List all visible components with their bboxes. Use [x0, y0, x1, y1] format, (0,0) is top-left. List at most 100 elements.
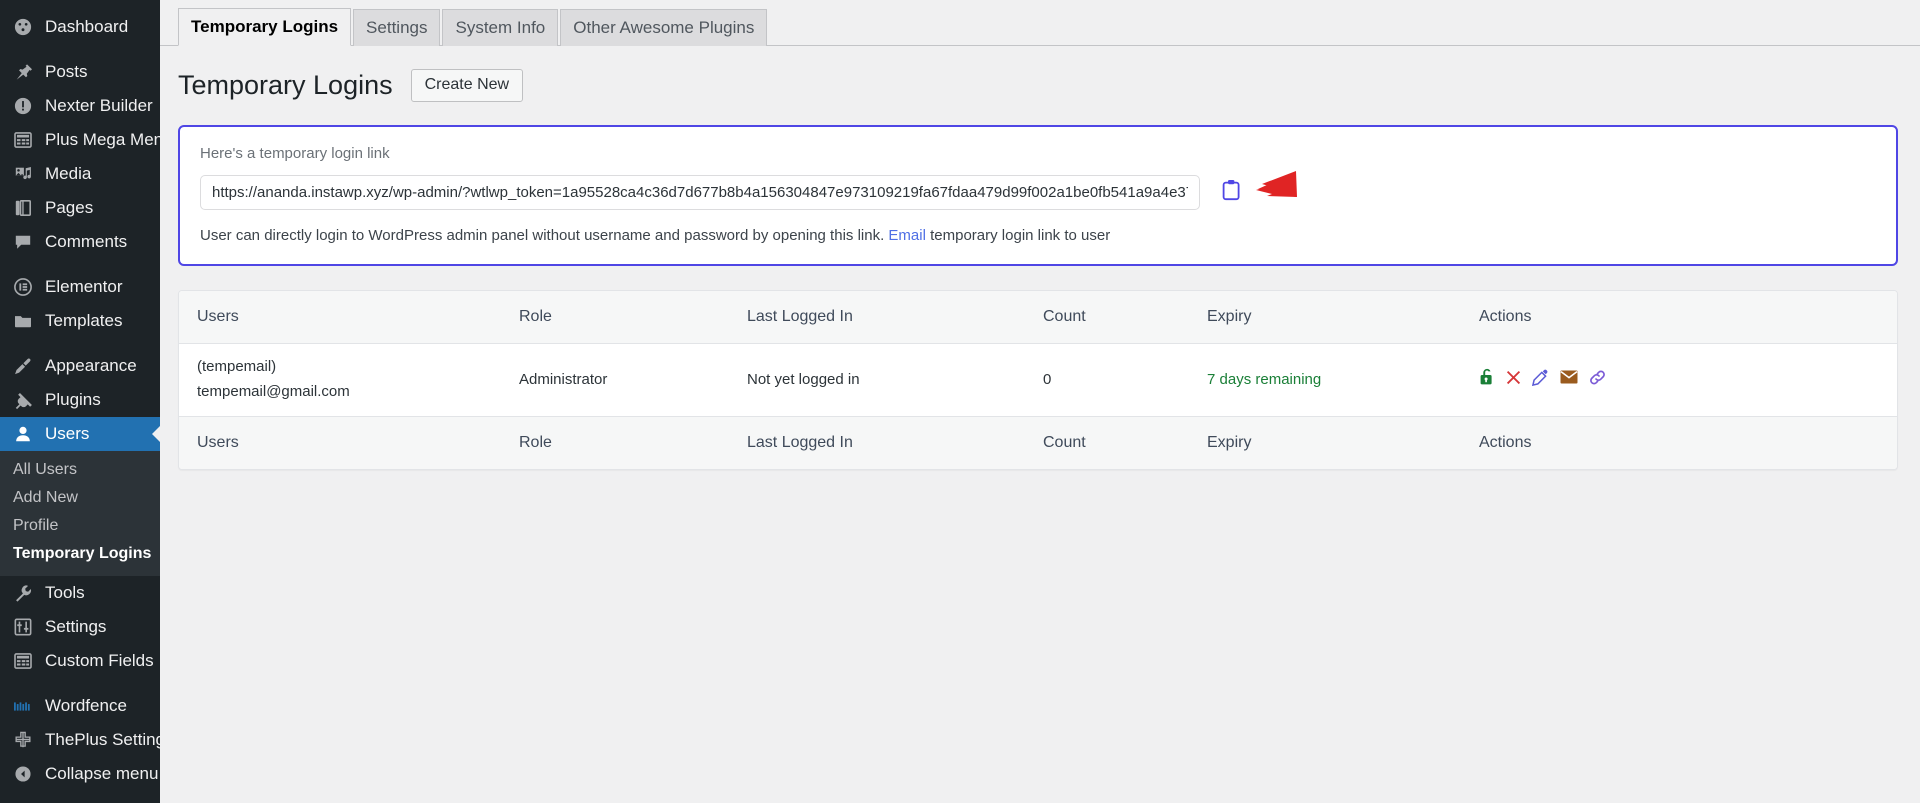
cell-last-logged-in: Not yet logged in — [747, 344, 1043, 417]
wrench-icon — [11, 584, 35, 602]
email-envelope-icon[interactable] — [1560, 370, 1578, 388]
sidebar-item-label: Custom Fields — [45, 651, 154, 671]
sidebar-item-pages[interactable]: Pages — [0, 191, 160, 225]
cell-actions — [1479, 344, 1897, 417]
tab-settings[interactable]: Settings — [353, 9, 440, 46]
sidebar-item-label: Templates — [45, 311, 122, 331]
table-foot: UsersRoleLast Logged InCountExpiryAction… — [179, 417, 1897, 470]
folder-icon — [11, 313, 35, 329]
edit-pencil-icon[interactable] — [1532, 369, 1549, 390]
plug-icon — [11, 391, 35, 409]
table-body: (tempemail)tempemail@gmail.comAdministra… — [179, 344, 1897, 417]
sidebar-item-label: Plus Mega Menu — [45, 130, 160, 150]
row-action-buttons — [1479, 368, 1897, 390]
login-link-label: Here's a temporary login link — [200, 145, 1876, 162]
admin-page: Dashboard Posts Nexter Builder Plus Mega Me… — [0, 0, 1920, 803]
sidebar-item-dashboard[interactable]: Dashboard — [0, 10, 160, 44]
delete-x-icon[interactable] — [1506, 370, 1521, 389]
sidebar-divider — [0, 44, 160, 55]
column-header-last-logged-in: Last Logged In — [747, 291, 1043, 344]
login-link-description: User can directly login to WordPress adm… — [200, 227, 1876, 244]
submenu-item-all-users[interactable]: All Users — [0, 456, 160, 484]
submenu-item-add-new[interactable]: Add New — [0, 484, 160, 512]
column-header-role: Role — [519, 291, 747, 344]
elementor-icon — [11, 278, 35, 296]
grid-menu-icon — [11, 132, 35, 148]
exclamation-circle-icon — [11, 97, 35, 115]
sidebar-item-comments[interactable]: Comments — [0, 225, 160, 259]
sidebar-item-label: Comments — [45, 232, 127, 252]
column-footer-expiry: Expiry — [1207, 417, 1479, 470]
column-header-expiry: Expiry — [1207, 291, 1479, 344]
temporary-logins-table: UsersRoleLast Logged InCountExpiryAction… — [179, 291, 1897, 469]
column-header-count: Count — [1043, 291, 1207, 344]
column-footer-users: Users — [179, 417, 519, 470]
tab-system-info[interactable]: System Info — [442, 9, 558, 46]
unlock-icon[interactable] — [1479, 368, 1495, 390]
copy-link-icon[interactable] — [1589, 369, 1606, 390]
sidebar-item-label: Appearance — [45, 356, 137, 376]
sidebar-item-label: Users — [45, 424, 89, 444]
sidebar-item-custom-fields[interactable]: Custom Fields — [0, 644, 160, 678]
media-icon — [11, 165, 35, 183]
user-icon — [11, 425, 35, 443]
tab-bar: Temporary LoginsSettingsSystem InfoOther… — [160, 0, 1920, 46]
sidebar-item-plugins[interactable]: Plugins — [0, 383, 160, 417]
theplus-icon — [11, 731, 35, 749]
temporary-login-link-input[interactable] — [200, 175, 1200, 210]
sidebar-item-elementor[interactable]: Elementor — [0, 270, 160, 304]
sidebar-item-theplus-settings[interactable]: ThePlus Settings — [0, 723, 160, 757]
pin-icon — [11, 63, 35, 81]
cell-count: 0 — [1043, 344, 1207, 417]
sidebar-item-settings[interactable]: Settings — [0, 610, 160, 644]
clipboard-copy-icon[interactable] — [1222, 179, 1241, 206]
sidebar-item-users[interactable]: Users — [0, 417, 160, 451]
sidebar-item-nexter-builder[interactable]: Nexter Builder — [0, 89, 160, 123]
create-new-button[interactable]: Create New — [411, 69, 523, 102]
cell-expiry: 7 days remaining — [1207, 344, 1479, 417]
dashboard-icon — [11, 18, 35, 36]
red-arrow-icon — [1236, 167, 1298, 212]
page-header: Temporary Logins Create New — [160, 46, 1920, 103]
main-content: Temporary LoginsSettingsSystem InfoOther… — [160, 0, 1920, 803]
desc-text-before: User can directly login to WordPress adm… — [200, 227, 884, 244]
sidebar-divider — [0, 338, 160, 349]
sidebar-item-templates[interactable]: Templates — [0, 304, 160, 338]
sidebar-item-label: Media — [45, 164, 91, 184]
sidebar-item-media[interactable]: Media — [0, 157, 160, 191]
sidebar-item-tools[interactable]: Tools — [0, 576, 160, 610]
sidebar-item-label: ThePlus Settings — [45, 730, 160, 750]
submenu-item-profile[interactable]: Profile — [0, 512, 160, 540]
sidebar-item-appearance[interactable]: Appearance — [0, 349, 160, 383]
column-footer-actions: Actions — [1479, 417, 1897, 470]
sidebar-item-label: Elementor — [45, 277, 122, 297]
tab-temporary-logins[interactable]: Temporary Logins — [178, 8, 351, 46]
column-header-users: Users — [179, 291, 519, 344]
cell-role: Administrator — [519, 344, 747, 417]
sidebar-item-posts[interactable]: Posts — [0, 55, 160, 89]
sidebar-divider — [0, 259, 160, 270]
tab-other-awesome-plugins[interactable]: Other Awesome Plugins — [560, 9, 767, 46]
copy-link-area — [1222, 176, 1372, 210]
sliders-icon — [11, 618, 35, 636]
sidebar-item-label: Tools — [45, 583, 85, 603]
sidebar-item-label: Nexter Builder — [45, 96, 153, 116]
submenu-item-temporary-logins[interactable]: Temporary Logins — [0, 540, 160, 568]
comment-icon — [11, 233, 35, 251]
sidebar-item-plus-mega-menu[interactable]: Plus Mega Menu — [0, 123, 160, 157]
sidebar-item-label: Wordfence — [45, 696, 127, 716]
sidebar-item-label: Posts — [45, 62, 88, 82]
table-row: (tempemail)tempemail@gmail.comAdministra… — [179, 344, 1897, 417]
table-header-row: UsersRoleLast Logged InCountExpiryAction… — [179, 291, 1897, 344]
login-link-row — [200, 175, 1876, 210]
collapse-arrow-icon — [11, 765, 35, 783]
sidebar-item-wordfence[interactable]: Wordfence — [0, 689, 160, 723]
grid-menu-icon — [11, 653, 35, 669]
sidebar-item-label: Plugins — [45, 390, 101, 410]
user-display-name: (tempemail) — [197, 358, 519, 375]
sidebar-item-label: Settings — [45, 617, 106, 637]
sidebar-item-collapse-menu[interactable]: Collapse menu — [0, 757, 160, 791]
email-link[interactable]: Email — [888, 227, 926, 244]
brush-icon — [11, 357, 35, 375]
sidebar-item-label: Dashboard — [45, 17, 128, 37]
